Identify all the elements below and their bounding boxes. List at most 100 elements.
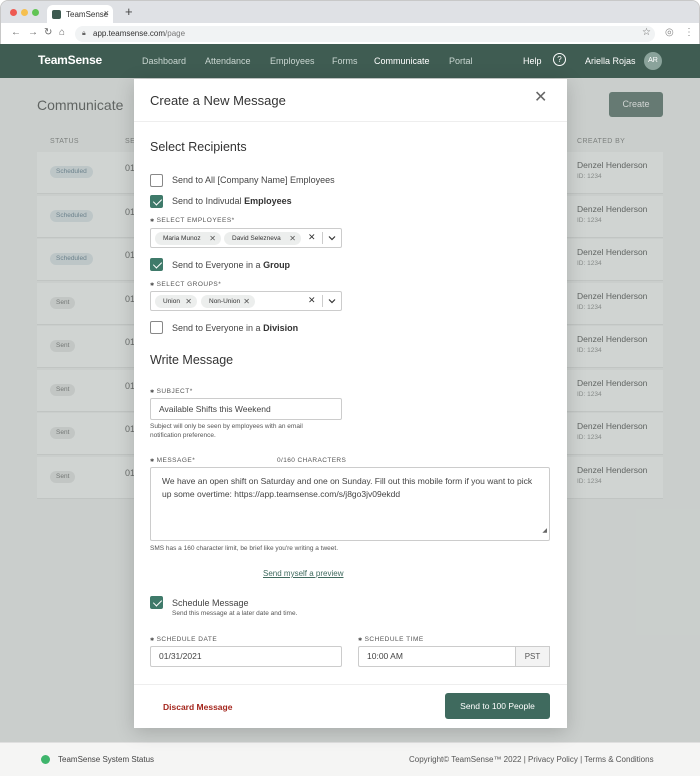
nav-portal[interactable]: Portal	[449, 56, 473, 66]
chip-label: Maria Munoz	[163, 235, 201, 242]
remove-chip-icon[interactable]: ✕	[243, 295, 250, 308]
minimize-window-button[interactable]	[21, 9, 28, 16]
discard-button[interactable]: Discard Message	[163, 702, 232, 712]
help-link[interactable]: Help	[523, 56, 542, 66]
schedule-checkbox[interactable]	[150, 596, 163, 609]
close-window-button[interactable]	[10, 9, 17, 16]
message-text: We have an open shift on Saturday and on…	[162, 476, 533, 499]
select-employees-label: SELECT EMPLOYEES*	[150, 217, 235, 224]
tab-strip: TeamSense × +	[1, 1, 699, 23]
message-textarea[interactable]: We have an open shift on Saturday and on…	[150, 467, 550, 541]
chevron-down-icon[interactable]	[327, 296, 337, 306]
tab-close-icon[interactable]: ×	[104, 8, 109, 18]
all-employees-checkbox[interactable]	[150, 174, 163, 187]
character-count: 0/160 CHARACTERS	[277, 457, 347, 464]
app-header: TeamSense Dashboard Attendance Employees…	[0, 44, 700, 78]
chevron-down-icon[interactable]	[327, 233, 337, 243]
status-indicator-icon	[41, 755, 50, 764]
reload-icon[interactable]: ↻	[44, 27, 52, 38]
footer-links: Copyright© TeamSense™ 2022 | Privacy Pol…	[409, 755, 654, 764]
home-icon[interactable]: ⌂	[59, 27, 65, 38]
schedule-date-label: SCHEDULE DATE	[150, 636, 217, 643]
timezone-badge: PST	[515, 646, 550, 667]
select-groups-label: SELECT GROUPS*	[150, 281, 221, 288]
forward-icon[interactable]: →	[28, 27, 38, 38]
chip-label: David Selezneva	[232, 235, 281, 242]
group-prefix: Send to Everyone in a	[172, 260, 264, 270]
bookmark-star-icon[interactable]: ☆	[642, 27, 651, 38]
send-preview-link[interactable]: Send myself a preview	[263, 569, 343, 578]
back-icon[interactable]: ←	[11, 27, 21, 38]
terms-link[interactable]: Terms & Conditions	[584, 755, 653, 764]
copyright-text: Copyright© TeamSense™ 2022	[409, 755, 522, 764]
division-checkbox[interactable]	[150, 321, 163, 334]
group-chip: Union ✕	[155, 295, 197, 308]
message-label: MESSAGE*	[150, 457, 195, 464]
individual-employees-label[interactable]: Send to Indivudal Employees	[172, 196, 292, 206]
subject-hint: Subject will only be seen by employees w…	[150, 422, 303, 440]
nav-attendance[interactable]: Attendance	[205, 56, 251, 66]
resize-handle-icon[interactable]: ◢	[542, 525, 547, 538]
close-icon[interactable]: ✕	[534, 90, 547, 106]
send-button[interactable]: Send to 100 People	[445, 693, 550, 719]
individual-bold: Employees	[244, 196, 292, 206]
subject-hint-line: Subject will only be seen by employees w…	[150, 423, 303, 430]
sms-hint: SMS has a 160 character limit, be brief …	[150, 545, 339, 552]
remove-chip-icon[interactable]: ✕	[209, 232, 216, 245]
employee-chip: David Selezneva ✕	[224, 232, 301, 245]
teamsense-logo[interactable]: TeamSense	[38, 53, 102, 67]
url-field[interactable]: 🔒︎ app.teamsense.com/page	[75, 26, 655, 42]
modal-header: Create a New Message ✕	[134, 79, 567, 122]
more-menu-icon[interactable]: ⋮	[684, 27, 694, 38]
remove-chip-icon[interactable]: ✕	[289, 232, 296, 245]
subject-hint-line: notification preference.	[150, 432, 216, 439]
clear-selection-icon[interactable]: ✕	[308, 295, 316, 306]
employees-select[interactable]: Maria Munoz ✕ David Selezneva ✕ ✕	[150, 228, 342, 248]
url-host: app.teamsense.com	[93, 29, 166, 38]
individual-prefix: Send to Indivudal	[172, 196, 245, 206]
recipients-heading: Select Recipients	[150, 140, 247, 154]
schedule-time-input[interactable]: 10:00 AM	[358, 646, 515, 667]
group-chip: Non-Union ✕	[201, 295, 255, 308]
nav-dashboard[interactable]: Dashboard	[142, 56, 186, 66]
nav-employees[interactable]: Employees	[270, 56, 315, 66]
individual-employees-checkbox[interactable]	[150, 195, 163, 208]
remove-chip-icon[interactable]: ✕	[185, 295, 192, 308]
address-bar: ← → ↻ ⌂ 🔒︎ app.teamsense.com/page ☆ ◎ ⋮	[1, 23, 699, 45]
clear-selection-icon[interactable]: ✕	[308, 232, 316, 243]
schedule-label[interactable]: Schedule Message	[172, 598, 249, 608]
schedule-date-input[interactable]: 01/31/2021	[150, 646, 342, 667]
modal-footer: Discard Message Send to 100 People	[134, 684, 567, 728]
profile-icon[interactable]: ◎	[665, 27, 674, 38]
lock-icon: 🔒︎	[82, 30, 86, 37]
subject-input[interactable]: Available Shifts this Weekend	[150, 398, 342, 420]
schedule-hint: Send this message at a later date and ti…	[172, 610, 298, 617]
division-label[interactable]: Send to Everyone in a Division	[172, 323, 298, 333]
subject-label: SUBJECT*	[150, 388, 193, 395]
privacy-policy-link[interactable]: Privacy Policy	[528, 755, 578, 764]
group-label[interactable]: Send to Everyone in a Group	[172, 260, 290, 270]
avatar[interactable]: AR	[644, 52, 662, 70]
user-name[interactable]: Ariella Rojas	[585, 56, 636, 66]
select-divider	[322, 295, 323, 307]
new-tab-icon[interactable]: +	[125, 4, 133, 19]
select-divider	[322, 232, 323, 244]
group-bold: Group	[263, 260, 291, 270]
nav-communicate[interactable]: Communicate	[374, 56, 430, 66]
modal-title: Create a New Message	[150, 93, 286, 108]
group-checkbox[interactable]	[150, 258, 163, 271]
nav-forms[interactable]: Forms	[332, 56, 358, 66]
employee-chip: Maria Munoz ✕	[155, 232, 221, 245]
url-path: /page	[165, 29, 186, 38]
groups-select[interactable]: Union ✕ Non-Union ✕ ✕	[150, 291, 342, 311]
system-status-link[interactable]: TeamSense System Status	[58, 755, 154, 764]
all-employees-label[interactable]: Send to All [Company Name] Employees	[172, 175, 335, 185]
browser-tab[interactable]: TeamSense ×	[47, 5, 113, 23]
page-footer: TeamSense System Status Copyright© TeamS…	[0, 742, 700, 776]
chip-label: Non-Union	[209, 298, 241, 305]
create-message-modal: Create a New Message ✕ Select Recipients…	[134, 79, 567, 728]
help-icon[interactable]: ?	[553, 53, 566, 66]
maximize-window-button[interactable]	[32, 9, 39, 16]
tab-title: TeamSense	[66, 9, 109, 19]
schedule-time-label: SCHEDULE TIME	[358, 636, 424, 643]
